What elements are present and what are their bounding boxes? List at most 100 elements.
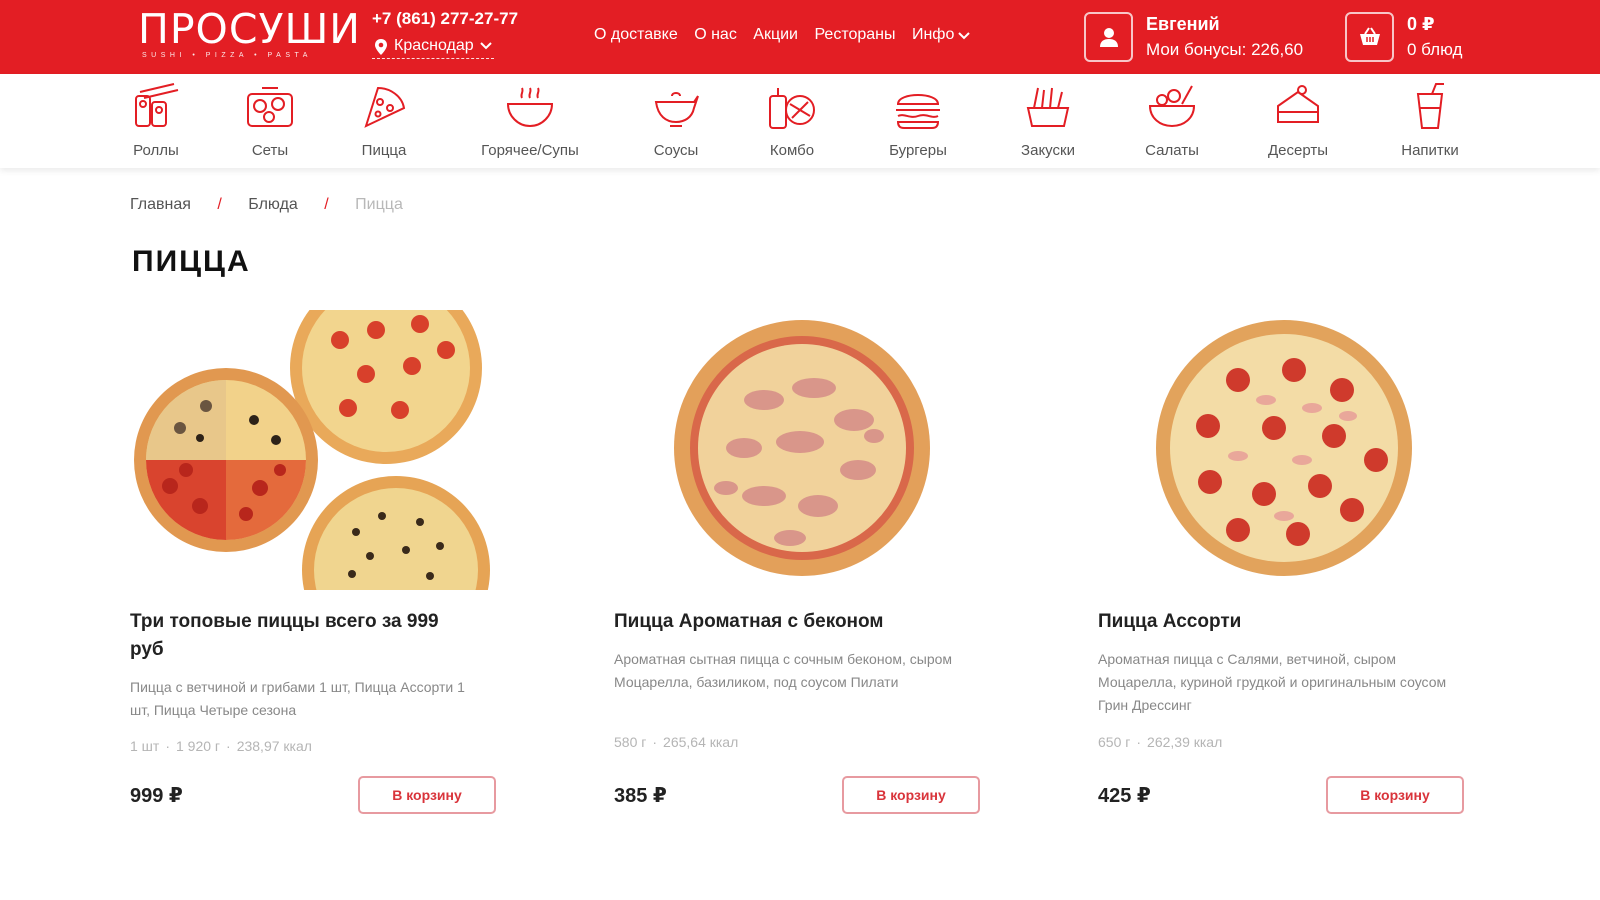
category-bar: Роллы Сеты Пицца Горячее/Супы Соусы Комб… (0, 74, 1600, 168)
location-pin-icon (375, 39, 387, 55)
drink-glass-icon (1416, 83, 1444, 129)
product-card: Три топовые пиццы всего за 999 руб Пицца… (130, 272, 510, 840)
city-name: Краснодар (394, 37, 474, 54)
page-title: ПИЦЦА (132, 245, 251, 278)
product-calories: 265,64 ккал (663, 734, 739, 750)
cart-total: 0 ₽ (1407, 14, 1435, 34)
site-header: ПРОСУШИ SUSHI • PIZZA • PASTA +7 (861) 2… (0, 0, 1600, 74)
add-to-cart-button[interactable]: В корзину (842, 776, 980, 814)
product-price: 425 ₽ (1098, 785, 1151, 807)
city-selector[interactable]: Краснодар (372, 36, 494, 59)
nav-delivery[interactable]: О доставке (594, 26, 678, 44)
product-title[interactable]: Пицца Ароматная с беконом (614, 608, 954, 636)
cart-icon-box (1345, 12, 1394, 62)
product-meta: 650 г · 262,39 ккал (1098, 734, 1223, 750)
product-calories: 262,39 ккал (1147, 734, 1223, 750)
cart-item-count: 0 блюд (1407, 40, 1463, 59)
category-label: Роллы (133, 142, 179, 159)
category-label: Салаты (1145, 142, 1199, 159)
site-logo[interactable]: ПРОСУШИ SUSHI • PIZZA • PASTA (138, 5, 361, 64)
sets-icon (247, 87, 293, 127)
product-meta: 580 г · 265,64 ккал (614, 734, 739, 750)
category-salads[interactable]: Салаты (1112, 82, 1232, 164)
user-icon-box (1084, 12, 1133, 62)
breadcrumb-home[interactable]: Главная (130, 196, 191, 213)
cart[interactable]: 0 ₽ 0 блюд (1345, 12, 1485, 62)
category-label: Сеты (251, 142, 289, 159)
pizza-assorti-image (1156, 320, 1412, 576)
nav-restaurants[interactable]: Рестораны (814, 26, 895, 44)
category-label: Горячее/Супы (481, 142, 579, 159)
salad-bowl-icon (1148, 85, 1196, 128)
category-rolls[interactable]: Роллы (96, 82, 216, 164)
category-sets[interactable]: Сеты (210, 82, 330, 164)
category-label: Десерты (1267, 142, 1328, 159)
soup-bowl-icon (506, 87, 554, 128)
basket-icon (1360, 27, 1380, 45)
logo-tagline: SUSHI • PIZZA • PASTA (142, 52, 312, 59)
user-account[interactable]: Евгений Мои бонусы: 226,60 (1084, 12, 1344, 62)
product-meta: 1 шт · 1 920 г · 238,97 ккал (130, 738, 312, 754)
chevron-down-icon (479, 42, 492, 50)
main-nav: О доставке О нас Акции Рестораны Инфо (594, 26, 982, 44)
logo-text: ПРОСУШИ (138, 5, 361, 53)
dessert-icon (1277, 85, 1319, 123)
nav-info-label: Инфо (911, 26, 955, 43)
category-burgers[interactable]: Бургеры (858, 82, 978, 164)
product-title[interactable]: Пицца Ассорти (1098, 608, 1438, 636)
burger-icon (896, 94, 940, 129)
category-label: Бургеры (889, 142, 947, 159)
breadcrumb-separator: / (324, 196, 329, 213)
nav-about[interactable]: О нас (694, 26, 737, 44)
breadcrumb-current: Пицца (355, 196, 403, 213)
product-image[interactable] (614, 310, 994, 590)
pizza-trio-image (134, 272, 490, 664)
sauce-boat-icon (654, 92, 699, 127)
product-title[interactable]: Три топовые пиццы всего за 999 руб (130, 608, 470, 664)
pizza-bacon-image (674, 320, 930, 576)
category-label: Напитки (1401, 142, 1459, 159)
product-quantity: 1 шт (130, 738, 160, 754)
product-card: Пицца Ароматная с беконом Ароматная сытн… (614, 310, 994, 840)
product-image[interactable] (130, 272, 510, 664)
category-label: Комбо (769, 142, 815, 159)
product-price: 999 ₽ (130, 785, 183, 807)
product-weight: 650 г (1098, 734, 1131, 750)
snacks-icon (1026, 87, 1070, 127)
pizza-icon (364, 86, 406, 128)
combo-icon (769, 88, 815, 129)
product-description: Пицца с ветчиной и грибами 1 шт, Пицца А… (130, 679, 465, 718)
nav-info[interactable]: Инфо (911, 26, 971, 44)
add-to-cart-button[interactable]: В корзину (1326, 776, 1464, 814)
rolls-icon (135, 83, 179, 127)
breadcrumb-dishes[interactable]: Блюда (248, 196, 298, 213)
breadcrumb-separator: / (217, 196, 222, 213)
user-bonus: Мои бонусы: 226,60 (1146, 40, 1304, 59)
product-description: Ароматная пицца с Салями, ветчиной, сыро… (1098, 651, 1447, 713)
breadcrumb: Главная / Блюда / Пицца (130, 196, 403, 214)
contact-block: +7 (861) 277-27-77 Краснодар (372, 8, 518, 59)
category-sauces[interactable]: Соусы (616, 82, 736, 164)
category-hot-soups[interactable]: Горячее/Супы (470, 82, 590, 164)
product-price: 385 ₽ (614, 785, 667, 807)
product-image[interactable] (1098, 310, 1478, 590)
category-label: Соусы (653, 142, 699, 159)
category-desserts[interactable]: Десерты (1238, 82, 1358, 164)
category-snacks[interactable]: Закуски (988, 82, 1108, 164)
product-card: Пицца Ассорти Ароматная пицца с Салями, … (1098, 310, 1478, 840)
chevron-down-icon (958, 32, 971, 40)
category-label: Пицца (361, 142, 407, 159)
nav-promotions[interactable]: Акции (753, 26, 798, 44)
product-weight: 580 г (614, 734, 647, 750)
category-label: Закуски (1021, 142, 1075, 159)
product-description: Ароматная сытная пицца с сочным беконом,… (614, 651, 953, 690)
user-icon (1100, 28, 1118, 47)
product-calories: 238,97 ккал (236, 738, 312, 754)
phone-number[interactable]: +7 (861) 277-27-77 (372, 8, 518, 30)
add-to-cart-button[interactable]: В корзину (358, 776, 496, 814)
category-combo[interactable]: Комбо (732, 82, 852, 164)
category-pizza[interactable]: Пицца (324, 82, 444, 164)
category-drinks[interactable]: Напитки (1370, 82, 1490, 164)
product-weight: 1 920 г (176, 738, 221, 754)
user-name: Евгений (1146, 14, 1220, 34)
